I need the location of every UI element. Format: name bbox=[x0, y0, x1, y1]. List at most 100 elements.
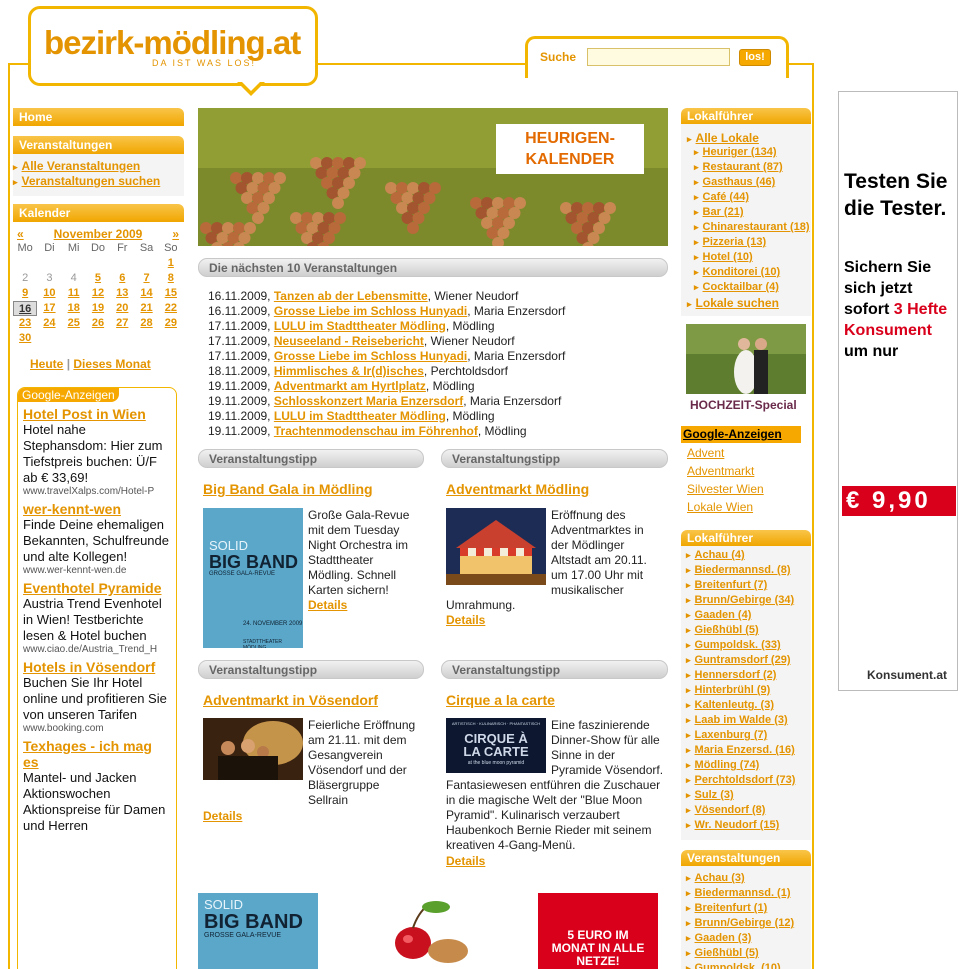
event-link[interactable]: Trachtenmodenschau im Föhrenhof bbox=[274, 424, 478, 438]
ort-link[interactable]: Sulz (3) bbox=[695, 789, 734, 801]
calendar-day[interactable]: 25 bbox=[62, 316, 86, 331]
ort-item[interactable]: ▸ Guntramsdorf (29) bbox=[686, 653, 795, 668]
lokal-category-link[interactable]: Restaurant (87) bbox=[703, 161, 783, 173]
calendar-this-month[interactable]: Dieses Monat bbox=[73, 357, 150, 371]
ort-link[interactable]: Gießhübl (5) bbox=[695, 947, 759, 959]
event-link[interactable]: Tanzen ab der Lebensmitte bbox=[274, 289, 428, 303]
tip-details-link[interactable]: Details bbox=[203, 809, 242, 823]
calendar-day[interactable]: 19 bbox=[86, 301, 110, 316]
ort-item[interactable]: ▸ Gumpoldsk. (33) bbox=[686, 638, 795, 653]
event-link[interactable]: Himmlisches & Ir(d)isches bbox=[274, 364, 424, 378]
lokal-category-link[interactable]: Chinarestaurant (18) bbox=[703, 221, 810, 233]
calendar-day[interactable]: 11 bbox=[62, 286, 86, 301]
event-link[interactable]: Grosse Liebe im Schloss Hunyadi bbox=[274, 304, 467, 318]
lokal-category[interactable]: ▸ Gasthaus (46) bbox=[694, 175, 810, 190]
link-alle-lokale[interactable]: ▸ Alle Lokale bbox=[687, 131, 759, 145]
ort-link[interactable]: Gaaden (4) bbox=[695, 609, 752, 621]
calendar-day[interactable]: 17 bbox=[37, 301, 61, 316]
hochzeit-label[interactable]: HOCHZEIT-Special bbox=[690, 398, 797, 412]
ort-link[interactable]: Laab im Walde (3) bbox=[695, 714, 788, 726]
google-ad-title[interactable]: Hotel Post in Wien bbox=[23, 406, 171, 422]
link-alle-veranstaltungen[interactable]: ▸ Alle Veranstaltungen bbox=[13, 159, 140, 173]
tip-title[interactable]: Adventmarkt Mödling bbox=[446, 481, 589, 497]
ort-link[interactable]: Achau (3) bbox=[695, 872, 745, 884]
ort-item[interactable]: ▸ Perchtoldsdorf (73) bbox=[686, 773, 795, 788]
search-button[interactable]: los! bbox=[739, 49, 771, 66]
calendar-next[interactable]: » bbox=[172, 227, 179, 241]
ort-link[interactable]: Biedermannsd. (8) bbox=[695, 564, 791, 576]
lokal-category-link[interactable]: Konditorei (10) bbox=[703, 266, 781, 278]
lokal-category-link[interactable]: Hotel (10) bbox=[703, 251, 753, 263]
ort-item[interactable]: ▸ Laab im Walde (3) bbox=[686, 713, 795, 728]
tip-title[interactable]: Adventmarkt in Vösendorf bbox=[203, 692, 378, 708]
calendar-day[interactable]: 18 bbox=[62, 301, 86, 316]
lokal-category-link[interactable]: Pizzeria (13) bbox=[703, 236, 767, 248]
ort-link[interactable]: Brunn/Gebirge (34) bbox=[695, 594, 795, 606]
calendar-day[interactable]: 28 bbox=[134, 316, 158, 331]
ort-link[interactable]: Biedermannsd. (1) bbox=[695, 887, 791, 899]
lokal-category[interactable]: ▸ Hotel (10) bbox=[694, 250, 810, 265]
tip-details-link[interactable]: Details bbox=[446, 854, 485, 868]
promo-cherry[interactable] bbox=[368, 893, 488, 969]
ort-link[interactable]: Laxenburg (7) bbox=[695, 729, 768, 741]
calendar-day[interactable]: 21 bbox=[134, 301, 158, 316]
ort-link[interactable]: Mödling (74) bbox=[695, 759, 760, 771]
hochzeit-image[interactable] bbox=[686, 324, 806, 394]
promo-bigband[interactable]: SOLID BIG BAND GROSSE GALA-REVUE bbox=[198, 893, 318, 969]
calendar-day[interactable]: 6 bbox=[110, 271, 134, 286]
ort-item[interactable]: ▸ Brunn/Gebirge (12) bbox=[686, 916, 794, 931]
calendar-day[interactable]: 26 bbox=[86, 316, 110, 331]
ort-link[interactable]: Gumpoldsk. (10) bbox=[695, 962, 781, 969]
google-link[interactable]: Adventmarkt bbox=[687, 464, 754, 478]
calendar-day[interactable]: 22 bbox=[159, 301, 183, 316]
event-link[interactable]: Grosse Liebe im Schloss Hunyadi bbox=[274, 349, 467, 363]
ort-item[interactable]: ▸ Biedermannsd. (1) bbox=[686, 886, 794, 901]
calendar-day[interactable]: 12 bbox=[86, 286, 110, 301]
ort-link[interactable]: Perchtoldsdorf (73) bbox=[695, 774, 796, 786]
ort-item[interactable]: ▸ Wr. Neudorf (15) bbox=[686, 818, 795, 833]
lokal-category-link[interactable]: Bar (21) bbox=[703, 206, 744, 218]
ort-link[interactable]: Gumpoldsk. (33) bbox=[695, 639, 781, 651]
ort-item[interactable]: ▸ Vösendorf (8) bbox=[686, 803, 795, 818]
lokal-category-link[interactable]: Cocktailbar (4) bbox=[703, 281, 779, 293]
lokal-category[interactable]: ▸ Bar (21) bbox=[694, 205, 810, 220]
lokal-category-link[interactable]: Café (44) bbox=[703, 191, 749, 203]
ort-link[interactable]: Kaltenleutg. (3) bbox=[695, 699, 774, 711]
calendar-prev[interactable]: « bbox=[17, 227, 24, 241]
ort-item[interactable]: ▸ Gießhübl (5) bbox=[686, 946, 794, 961]
ort-link[interactable]: Breitenfurt (1) bbox=[695, 902, 768, 914]
ort-item[interactable]: ▸ Gaaden (4) bbox=[686, 608, 795, 623]
lokal-category[interactable]: ▸ Café (44) bbox=[694, 190, 810, 205]
lokal-category-link[interactable]: Gasthaus (46) bbox=[703, 176, 776, 188]
event-link[interactable]: LULU im Stadttheater Mödling bbox=[274, 409, 446, 423]
google-link[interactable]: Advent bbox=[687, 446, 724, 460]
ort-item[interactable]: ▸ Maria Enzersd. (16) bbox=[686, 743, 795, 758]
ort-item[interactable]: ▸ Gießhübl (5) bbox=[686, 623, 795, 638]
lokal-category[interactable]: ▸ Konditorei (10) bbox=[694, 265, 810, 280]
ort-item[interactable]: ▸ Gaaden (3) bbox=[686, 931, 794, 946]
ort-item[interactable]: ▸ Kaltenleutg. (3) bbox=[686, 698, 795, 713]
google-ads-title[interactable]: Google-Anzeigen bbox=[18, 388, 119, 402]
google-ad-title[interactable]: wer-kennt-wen bbox=[23, 501, 171, 517]
google-ads-right-title[interactable]: Google-Anzeigen bbox=[681, 426, 801, 443]
ort-item[interactable]: ▸ Hinterbrühl (9) bbox=[686, 683, 795, 698]
calendar-day[interactable]: 13 bbox=[110, 286, 134, 301]
event-link[interactable]: Schlosskonzert Maria Enzersdorf bbox=[274, 394, 463, 408]
event-link[interactable]: LULU im Stadttheater Mödling bbox=[274, 319, 446, 333]
calendar-today[interactable]: Heute bbox=[30, 357, 63, 371]
google-ad-title[interactable]: Eventhotel Pyramide bbox=[23, 580, 171, 596]
google-ad-title[interactable]: Texhages - ich mag es bbox=[23, 738, 171, 770]
calendar-day[interactable]: 14 bbox=[134, 286, 158, 301]
calendar-day[interactable]: 8 bbox=[159, 271, 183, 286]
calendar-day[interactable]: 7 bbox=[134, 271, 158, 286]
ort-link[interactable]: Gießhübl (5) bbox=[695, 624, 759, 636]
ort-link[interactable]: Maria Enzersd. (16) bbox=[695, 744, 795, 756]
google-link[interactable]: Lokale Wien bbox=[687, 500, 753, 514]
tip-details-link[interactable]: Details bbox=[308, 598, 347, 612]
google-link[interactable]: Silvester Wien bbox=[687, 482, 764, 496]
ort-link[interactable]: Hinterbrühl (9) bbox=[695, 684, 771, 696]
ort-item[interactable]: ▸ Laxenburg (7) bbox=[686, 728, 795, 743]
event-link[interactable]: Adventmarkt am Hyrtlplatz bbox=[274, 379, 426, 393]
calendar-day[interactable]: 27 bbox=[110, 316, 134, 331]
ort-link[interactable]: Guntramsdorf (29) bbox=[695, 654, 791, 666]
